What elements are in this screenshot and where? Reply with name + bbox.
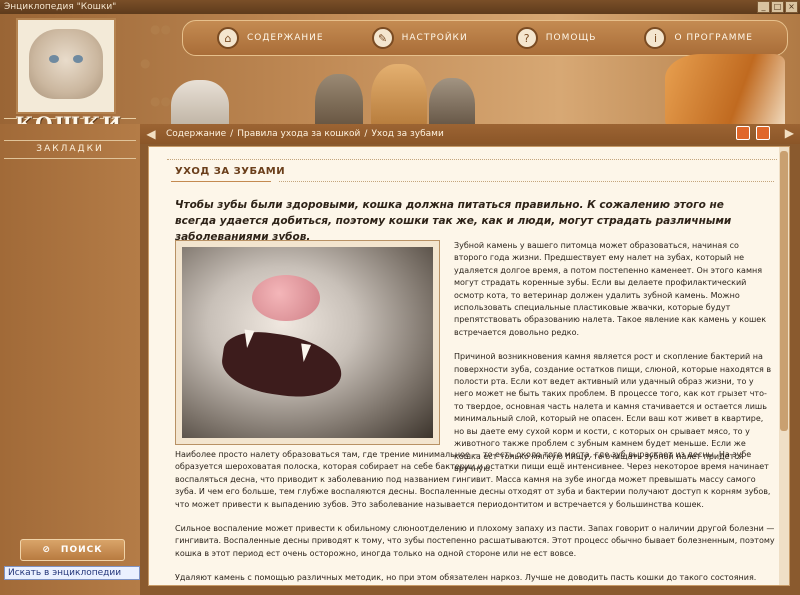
tooth xyxy=(242,329,255,349)
article-lead: Чтобы зубы были здоровыми, кошка должна … xyxy=(175,199,732,243)
search-icon: ⊘ xyxy=(42,545,51,555)
forward-arrow-icon[interactable]: ▶ xyxy=(785,126,794,140)
header: ●● ● ●● ⌂ СОДЕРЖАНИЕ ✎ НАСТРОЙКИ ? ПОМОЩ… xyxy=(0,14,800,136)
window-controls: _ □ × xyxy=(757,1,798,13)
cat-nose xyxy=(252,275,320,321)
maximize-button[interactable]: □ xyxy=(771,1,784,13)
article-paragraph: Зубной камень у вашего питомца может обр… xyxy=(454,241,767,337)
home-icon: ⌂ xyxy=(217,27,240,49)
breadcrumb-separator: / xyxy=(230,129,234,139)
breadcrumb-item[interactable]: Содержание xyxy=(166,129,226,139)
bookmarks-label[interactable]: ЗАКЛАДКИ xyxy=(0,144,140,154)
divider xyxy=(167,159,777,160)
close-button[interactable]: × xyxy=(785,1,798,13)
breadcrumb: ◀ Содержание / Правила ухода за кошкой /… xyxy=(140,124,800,144)
tooth xyxy=(298,343,312,363)
cat-teeth-photo-frame xyxy=(175,240,440,445)
nav-label: ПОМОЩЬ xyxy=(545,33,597,43)
print-icon[interactable] xyxy=(756,126,770,140)
article-paragraph: Сильное воспаление может привести к обил… xyxy=(175,524,775,558)
divider xyxy=(4,158,136,159)
sidebar: ЗАКЛАДКИ ⊘ ПОИСК Искать в энциклопедии xyxy=(0,124,140,595)
nav-settings[interactable]: ✎ НАСТРОЙКИ xyxy=(371,27,468,49)
cat-teeth-photo xyxy=(182,247,433,438)
article-pane: УХОД ЗА ЗУБАМИ Чтобы зубы были здоровыми… xyxy=(148,146,790,586)
nav-label: СОДЕРЖАНИЕ xyxy=(247,33,324,43)
scrollbar[interactable] xyxy=(779,147,789,585)
info-icon: i xyxy=(644,27,667,49)
paw-icon: ●● xyxy=(150,22,171,36)
page-title: УХОД ЗА ЗУБАМИ xyxy=(175,166,286,177)
kitten-image xyxy=(29,29,103,99)
help-icon: ? xyxy=(515,27,538,49)
minimize-button[interactable]: _ xyxy=(757,1,770,13)
back-arrow-icon[interactable]: ◀ xyxy=(140,127,162,141)
nav-label: О ПРОГРАММЕ xyxy=(674,33,753,43)
divider xyxy=(4,140,136,141)
search-button-label: ПОИСК xyxy=(60,545,103,555)
logo-stamp xyxy=(18,20,114,112)
nav-contents[interactable]: ⌂ СОДЕРЖАНИЕ xyxy=(217,27,324,49)
article-paragraph: Наиболее просто налету образоваться там,… xyxy=(175,450,771,509)
title-bar: Энциклопедия "Кошки" _ □ × xyxy=(0,0,800,14)
cat-mouth xyxy=(218,326,346,404)
article-paragraph: Удаляют камень с помощью различных метод… xyxy=(175,573,757,583)
nav-help[interactable]: ? ПОМОЩЬ xyxy=(515,27,597,49)
paw-icon: ● xyxy=(140,56,151,70)
window-title: Энциклопедия "Кошки" xyxy=(4,2,117,12)
divider xyxy=(171,181,271,182)
nav-label: НАСТРОЙКИ xyxy=(401,33,468,43)
toolbar-icons xyxy=(736,126,770,140)
search-input[interactable]: Искать в энциклопедии xyxy=(4,566,140,580)
wrench-icon: ✎ xyxy=(371,27,394,49)
search-button[interactable]: ⊘ ПОИСК xyxy=(20,539,125,561)
breadcrumb-item: Уход за зубами xyxy=(371,129,444,139)
bookmark-add-icon[interactable] xyxy=(736,126,750,140)
article-body-text: Наиболее просто налету образоваться там,… xyxy=(175,449,775,585)
nav-about[interactable]: i О ПРОГРАММЕ xyxy=(644,27,753,49)
breadcrumb-separator: / xyxy=(364,129,368,139)
main-nav: ⌂ СОДЕРЖАНИЕ ✎ НАСТРОЙКИ ? ПОМОЩЬ i О ПР… xyxy=(182,20,788,56)
divider xyxy=(279,181,774,182)
breadcrumb-item[interactable]: Правила ухода за кошкой xyxy=(237,129,360,139)
scroll-thumb[interactable] xyxy=(780,151,788,431)
